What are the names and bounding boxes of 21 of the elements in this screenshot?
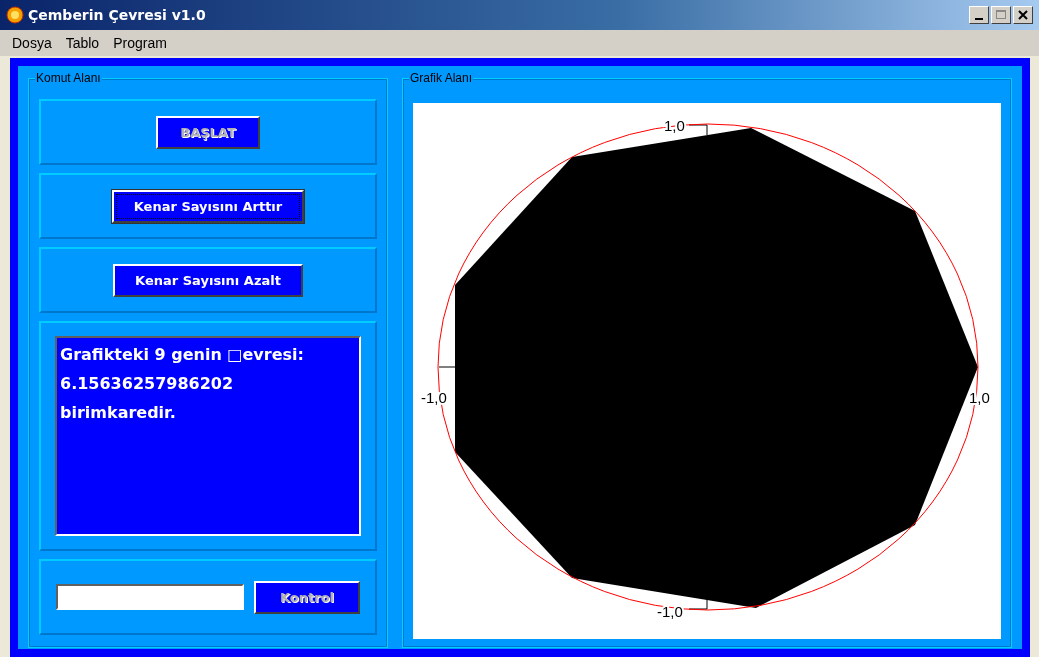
minimize-button[interactable]: [969, 6, 989, 24]
decrease-button[interactable]: Kenar Sayısını Azalt: [113, 263, 303, 297]
axis-label: -1,0: [657, 603, 683, 620]
maximize-button[interactable]: [991, 6, 1011, 24]
menu-item[interactable]: Program: [113, 35, 167, 51]
menu-item[interactable]: Tablo: [65, 35, 100, 51]
axis-tick: [688, 124, 708, 136]
answer-field[interactable]: [55, 584, 244, 610]
window-title: Çemberin Çevresi v1.0: [28, 7, 206, 23]
minimize-icon: [975, 18, 983, 20]
close-icon: [1018, 10, 1028, 20]
menu-item[interactable]: Dosya: [12, 35, 52, 51]
increase-button[interactable]: Kenar Sayısını Arttır: [111, 189, 305, 223]
maximize-icon: [996, 10, 1006, 20]
result-text: Grafikteki 9 genin □evresi: 6.15636257986202 birimkaredir.: [55, 336, 361, 536]
app-icon: [6, 6, 24, 24]
axis-tick: [438, 366, 456, 368]
group-title: Komut Alanı: [35, 71, 102, 85]
close-button[interactable]: [1013, 6, 1033, 24]
axis-tick: [688, 598, 708, 610]
group-title: Grafik Alanı: [409, 71, 474, 85]
